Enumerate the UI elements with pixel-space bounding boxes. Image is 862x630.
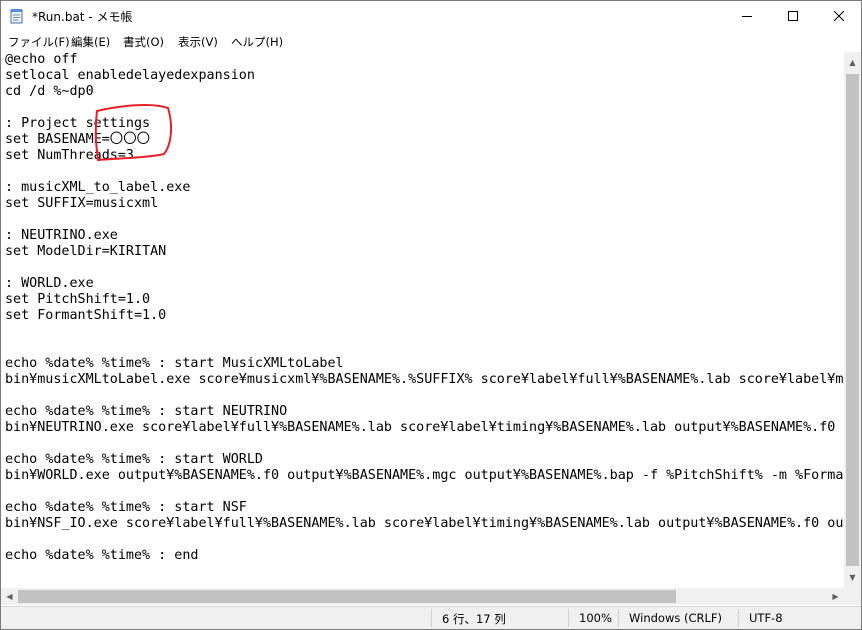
scroll-up-icon[interactable]: ▲ — [844, 54, 861, 71]
menu-file[interactable]: ファイル(F) — [8, 34, 70, 50]
minimize-button[interactable] — [724, 1, 770, 31]
status-divider — [568, 609, 569, 627]
vertical-scrollbar[interactable]: ▲ ▼ — [844, 52, 861, 588]
menu-bar: ファイル(F) 編集(E) 書式(O) 表示(V) ヘルプ(H) — [1, 31, 861, 51]
encoding: UTF-8 — [749, 611, 783, 625]
scrollbar-corner — [844, 588, 861, 605]
notepad-icon — [10, 9, 23, 24]
title-bar[interactable]: *Run.bat - メモ帳 — [1, 1, 861, 31]
zoom-level: 100% — [579, 611, 612, 625]
horizontal-scroll-thumb[interactable] — [18, 590, 676, 603]
maximize-icon — [788, 11, 798, 21]
maximize-button[interactable] — [770, 1, 816, 31]
scroll-down-icon[interactable]: ▼ — [844, 569, 861, 586]
window-title: *Run.bat - メモ帳 — [32, 10, 133, 24]
cursor-position: 6 行、17 列 — [442, 612, 506, 626]
notepad-window: *Run.bat - メモ帳 ファイル(F) 編集(E) 書式(O) 表示(V)… — [0, 0, 862, 630]
red-circle-annotation — [94, 104, 173, 162]
menu-help[interactable]: ヘルプ(H) — [231, 34, 283, 50]
line-ending: Windows (CRLF) — [629, 611, 723, 625]
menu-edit[interactable]: 編集(E) — [71, 34, 110, 50]
status-divider — [618, 609, 619, 627]
status-bar: 6 行、17 列 100% Windows (CRLF) UTF-8 — [1, 606, 861, 629]
close-icon — [834, 11, 844, 21]
status-divider — [431, 609, 432, 627]
close-button[interactable] — [816, 1, 861, 31]
status-divider — [738, 609, 739, 627]
menu-format[interactable]: 書式(O) — [123, 34, 164, 50]
scroll-left-icon[interactable]: ◀ — [1, 588, 18, 605]
horizontal-scrollbar[interactable]: ◀ ▶ — [1, 588, 844, 605]
scroll-right-icon[interactable]: ▶ — [827, 588, 844, 605]
vertical-scroll-thumb[interactable] — [846, 74, 859, 566]
menu-view[interactable]: 表示(V) — [178, 34, 218, 50]
minimize-icon — [742, 16, 752, 17]
text-editor-area[interactable]: @echo off setlocal enabledelayedexpansion… — [1, 52, 844, 588]
